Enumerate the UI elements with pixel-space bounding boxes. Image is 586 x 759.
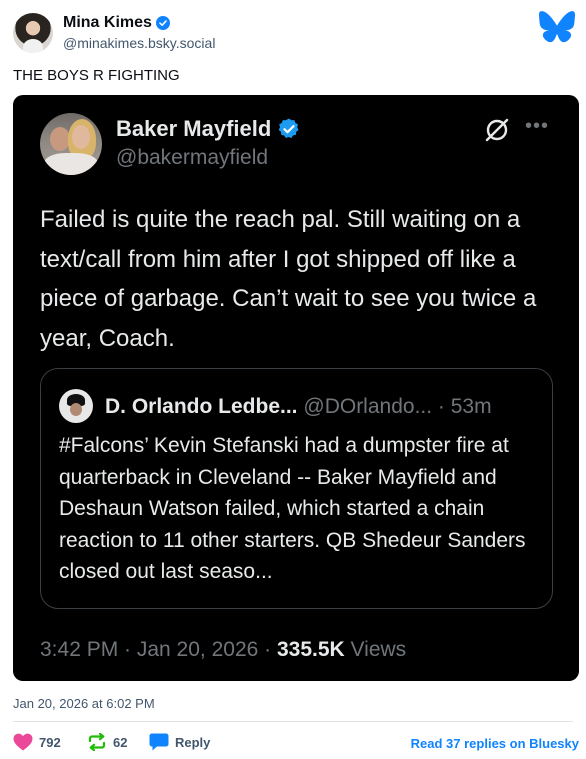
post-text: THE BOYS R FIGHTING <box>13 67 180 84</box>
author-avatar[interactable] <box>13 13 53 53</box>
repost-count: 62 <box>113 734 128 750</box>
reply-button[interactable]: Reply <box>149 733 210 751</box>
action-bar: 792 62 Reply Read 37 replies on Bluesky <box>13 733 579 755</box>
embedded-handle: @bakermayfield <box>116 146 269 169</box>
embedded-meta: 3:42 PM · Jan 20, 2026 · 335.5K Views <box>40 638 406 662</box>
bluesky-butterfly-icon[interactable] <box>539 11 575 43</box>
like-count: 792 <box>39 734 61 750</box>
post-timestamp[interactable]: Jan 20, 2026 at 6:02 PM <box>13 696 155 711</box>
embedded-name-row: Baker Mayfield <box>116 116 301 142</box>
embedded-post-text: Failed is quite the reach pal. Still wai… <box>40 206 537 352</box>
quoted-post: D. Orlando Ledbe... @DOrlando... · 53m #… <box>40 368 553 609</box>
like-button[interactable]: 792 <box>13 733 61 751</box>
reply-label: Reply <box>175 734 211 750</box>
verified-badge-icon <box>155 16 170 30</box>
author-display-name[interactable]: Mina Kimes <box>63 14 152 32</box>
quoted-avatar <box>59 389 93 423</box>
quoted-name: D. Orlando Ledbe... <box>105 395 298 418</box>
embedded-screenshot[interactable]: Baker Mayfield @bakermayfield ••• Failed… <box>13 95 579 681</box>
quoted-handle: @DOrlando... <box>303 395 433 418</box>
views-count: 335.5K <box>276 638 345 661</box>
repost-icon <box>88 733 106 751</box>
bluesky-post-embed: Mina Kimes @minakimes.bsky.social THE BO… <box>0 0 586 759</box>
quoted-text: #Falcons’ Kevin Stefanski had a dumpster… <box>59 434 526 583</box>
embedded-avatar <box>40 113 102 175</box>
reply-icon <box>149 733 169 751</box>
embedded-display-name: Baker Mayfield <box>116 116 272 141</box>
views-label: Views <box>344 638 407 661</box>
quoted-header: D. Orlando Ledbe... @DOrlando... · 53m <box>105 395 492 419</box>
post-header: Mina Kimes @minakimes.bsky.social <box>13 11 575 55</box>
quoted-time: · 53m <box>437 395 492 418</box>
heart-icon <box>13 733 33 751</box>
author-handle[interactable]: @minakimes.bsky.social <box>63 35 215 51</box>
divider <box>13 721 573 722</box>
grok-icon <box>485 118 509 142</box>
author-name-row[interactable]: Mina Kimes <box>63 14 170 32</box>
repost-button[interactable]: 62 <box>87 733 127 751</box>
more-options-icon: ••• <box>525 115 550 137</box>
verified-badge-icon <box>278 118 299 138</box>
read-replies-link[interactable]: Read 37 replies on Bluesky <box>411 736 579 751</box>
embedded-timestamp: 3:42 PM · Jan 20, 2026 · <box>40 638 277 661</box>
